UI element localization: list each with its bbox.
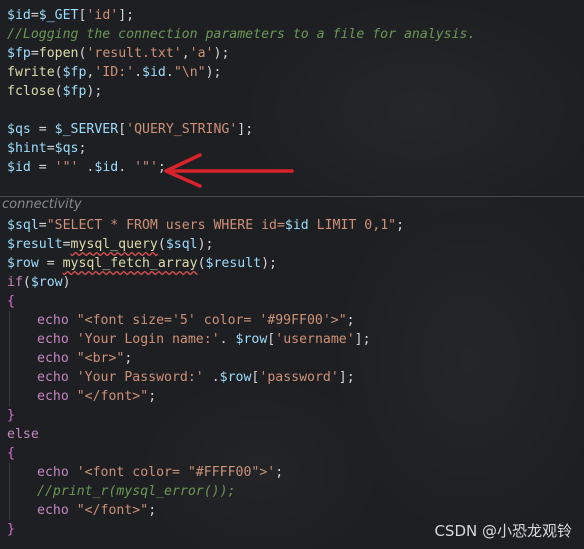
watermark: CSDN @小恐龙观铃: [434, 522, 572, 540]
indent-guide: [9, 463, 10, 520]
indent-guide: [9, 311, 10, 406]
red-arrow-icon: [164, 153, 294, 188]
